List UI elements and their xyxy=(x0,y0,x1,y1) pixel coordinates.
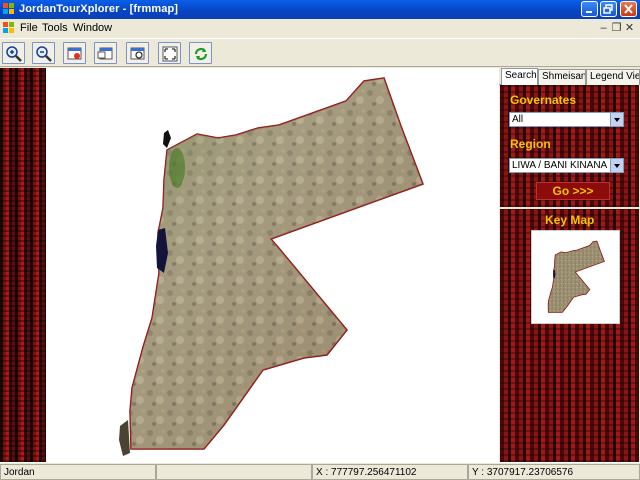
full-extent-icon xyxy=(162,46,178,62)
status-x-coordinate: X : 777797.256471102 xyxy=(312,464,468,480)
zoom-in-button[interactable] xyxy=(2,42,25,64)
identify-icon xyxy=(130,47,145,60)
go-button[interactable]: Go >>> xyxy=(536,182,610,200)
refresh-icon xyxy=(194,47,208,61)
pan-window-button[interactable] xyxy=(94,42,117,64)
minimize-icon xyxy=(586,11,592,13)
mdi-close-icon[interactable]: ✕ xyxy=(623,21,636,34)
status-empty xyxy=(156,464,312,480)
toolbar xyxy=(0,38,640,67)
full-extent-button[interactable] xyxy=(158,42,181,64)
key-map-title: Key Map xyxy=(545,213,595,227)
chevron-down-icon[interactable] xyxy=(610,159,623,172)
tab-shmeisani[interactable]: Shmeisani xyxy=(538,69,586,85)
tab-search[interactable]: Search xyxy=(501,68,538,86)
zoom-in-icon xyxy=(6,46,22,62)
jordan-map[interactable] xyxy=(46,68,499,462)
status-y-coordinate: Y : 3707917.23706576 xyxy=(468,464,640,480)
menu-window[interactable]: Window xyxy=(73,22,112,34)
key-map-thumbnail[interactable] xyxy=(531,230,620,324)
select-area-button[interactable] xyxy=(63,42,86,64)
map-canvas[interactable] xyxy=(46,68,499,462)
sea-of-galilee xyxy=(163,130,171,148)
gulf-of-aqaba-area xyxy=(119,420,130,456)
panel-tabs: Search Shmeisani Legend View xyxy=(499,68,640,86)
side-panel: Search Shmeisani Legend View Governates … xyxy=(499,68,640,462)
identify-button[interactable] xyxy=(126,42,149,64)
window-title: JordanTourXplorer - [frmmap] xyxy=(19,3,179,15)
restore-icon xyxy=(603,4,613,14)
key-map-panel: Key Map xyxy=(500,209,639,462)
decorative-pattern-left xyxy=(0,68,46,462)
key-map-image xyxy=(547,240,605,313)
mdi-restore-icon[interactable]: ❐ xyxy=(610,21,623,34)
menu-file[interactable]: File xyxy=(20,22,38,34)
status-location: Jordan xyxy=(0,464,156,480)
tab-legend-view[interactable]: Legend View xyxy=(586,69,640,85)
governates-dropdown[interactable]: All xyxy=(509,112,624,127)
restore-button[interactable] xyxy=(600,1,617,17)
close-icon xyxy=(624,4,633,14)
terrain-shading xyxy=(130,78,423,449)
close-button[interactable] xyxy=(620,1,637,17)
menu-tools[interactable]: Tools xyxy=(42,22,68,34)
zoom-out-icon xyxy=(36,46,52,62)
refresh-button[interactable] xyxy=(189,42,212,64)
zoom-out-button[interactable] xyxy=(32,42,55,64)
region-dropdown[interactable]: LIWA / BANI KINANA xyxy=(509,158,624,173)
title-bar: JordanTourXplorer - [frmmap] xyxy=(0,0,640,19)
search-panel: Governates All Region LIWA / BANI KINANA… xyxy=(500,85,639,207)
pan-window-icon xyxy=(97,47,113,60)
region-value: LIWA / BANI KINANA xyxy=(512,160,608,171)
status-bar: Jordan X : 777797.256471102 Y : 3707917.… xyxy=(0,462,640,480)
app-icon xyxy=(3,3,14,14)
menu-bar: File Tools Window – ❐ ✕ xyxy=(0,19,640,37)
select-area-icon xyxy=(67,47,82,60)
mdi-controls: – ❐ ✕ xyxy=(597,21,636,34)
mdi-child-icon[interactable] xyxy=(3,22,15,34)
mdi-minimize-icon[interactable]: – xyxy=(597,22,610,34)
chevron-down-icon[interactable] xyxy=(610,113,623,126)
governates-value: All xyxy=(512,114,524,125)
minimize-button[interactable] xyxy=(581,1,598,17)
governates-label: Governates xyxy=(510,93,577,107)
vegetation-area xyxy=(169,148,185,188)
region-label: Region xyxy=(510,137,551,151)
